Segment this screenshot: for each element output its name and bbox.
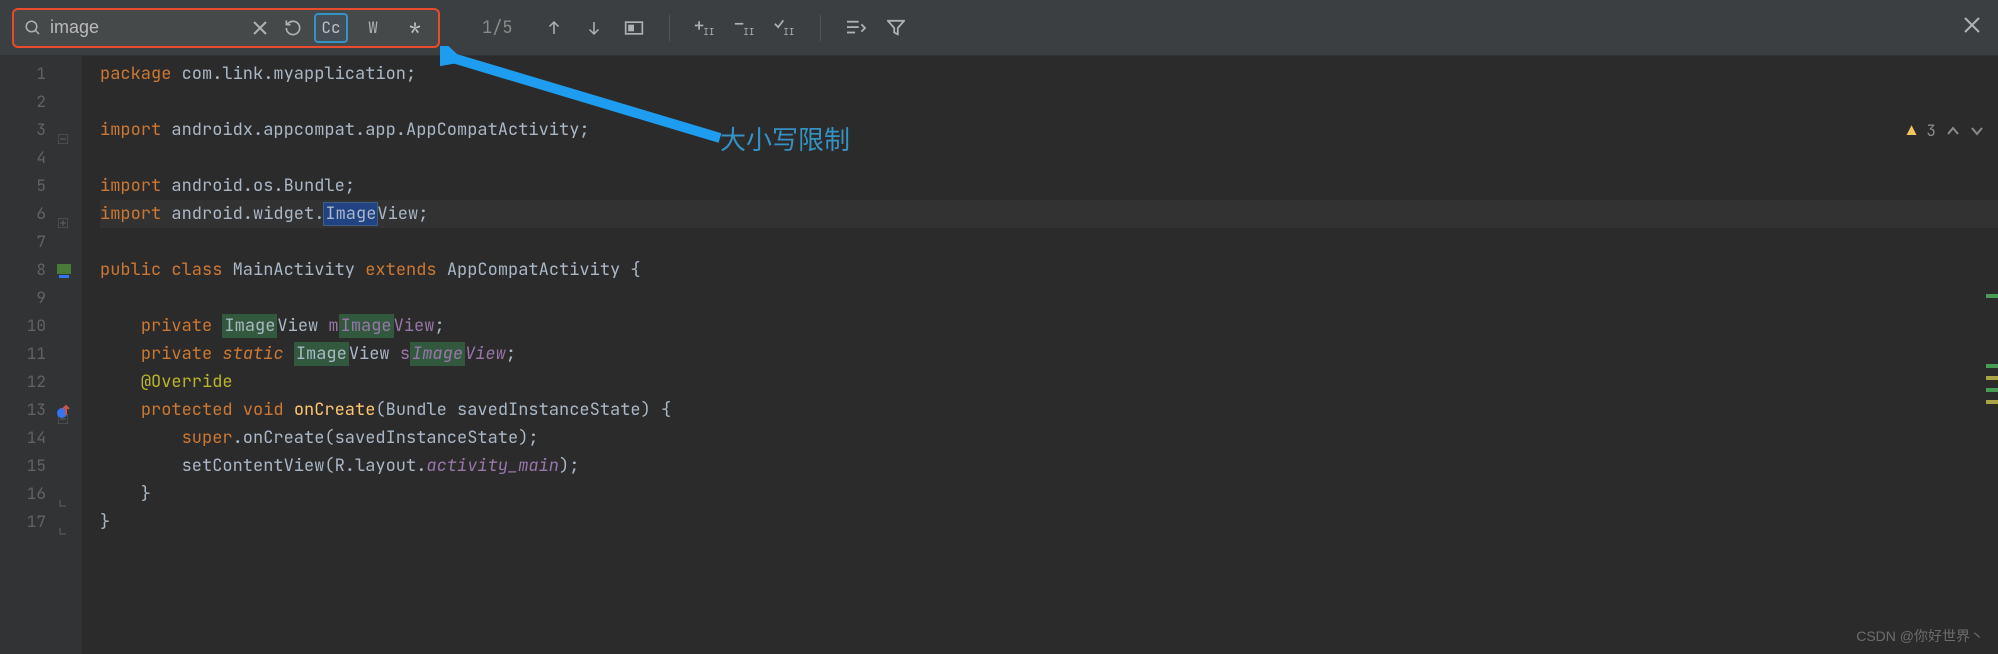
add-selection-button[interactable]: II [694, 17, 716, 39]
code-line[interactable]: import android.os.Bundle; [100, 172, 1998, 200]
svg-text:II: II [783, 25, 794, 37]
search-history-button[interactable] [280, 15, 306, 41]
prev-match-button[interactable] [543, 17, 565, 39]
line-number[interactable]: 10 [0, 312, 74, 340]
code-line[interactable]: private ImageView mImageView; [100, 312, 1998, 340]
warning-count: 3 [1926, 120, 1936, 141]
toolbar-divider [669, 15, 670, 41]
code-line[interactable] [100, 228, 1998, 256]
remove-selection-button[interactable]: II [734, 17, 756, 39]
line-number[interactable]: 2 [0, 88, 74, 116]
warning-icon: ▲ [1907, 120, 1917, 141]
line-number[interactable]: 15 [0, 452, 74, 480]
stripe-mark[interactable] [1986, 400, 1998, 404]
line-number[interactable]: 9 [0, 284, 74, 312]
editor: 1234567891011121314151617 package com.li… [0, 56, 1998, 654]
filter-button[interactable] [885, 17, 907, 39]
close-find-button[interactable] [1964, 17, 1980, 39]
match-case-toggle[interactable]: Cc [314, 13, 348, 43]
next-match-button[interactable] [583, 17, 605, 39]
code-line[interactable]: import androidx.appcompat.app.AppCompatA… [100, 116, 1998, 144]
code-line[interactable]: } [100, 508, 1998, 536]
error-stripe[interactable] [1986, 112, 1998, 654]
filter-lines-button[interactable] [845, 17, 867, 39]
fold-end-icon[interactable] [58, 517, 68, 527]
chevron-up-icon[interactable] [1946, 124, 1960, 138]
chevron-down-icon[interactable] [1970, 124, 1984, 138]
fold-end-icon[interactable] [58, 489, 68, 499]
fold-expand-icon[interactable] [58, 209, 68, 219]
find-actions: II II II [543, 15, 907, 41]
annotation-label: 大小写限制 [720, 120, 850, 157]
line-number[interactable]: 6 [0, 200, 74, 228]
code-line[interactable]: setContentView(R.layout.activity_main); [100, 452, 1998, 480]
line-number[interactable]: 17 [0, 508, 74, 536]
line-number[interactable]: 12 [0, 368, 74, 396]
code-line[interactable] [100, 144, 1998, 172]
code-line[interactable] [100, 284, 1998, 312]
svg-text:II: II [703, 25, 714, 37]
fold-collapse-icon[interactable] [58, 125, 68, 135]
code-line[interactable]: @Override [100, 368, 1998, 396]
line-number[interactable]: 13 [0, 396, 74, 424]
line-number[interactable]: 4 [0, 144, 74, 172]
stripe-mark[interactable] [1986, 388, 1998, 392]
stripe-mark[interactable] [1986, 376, 1998, 380]
code-line[interactable]: import android.widget.ImageView; [100, 200, 1998, 228]
line-number[interactable]: 8 [0, 256, 74, 284]
code-area[interactable]: package com.link.myapplication; import a… [82, 56, 1998, 654]
line-number[interactable]: 11 [0, 340, 74, 368]
regex-toggle[interactable]: * [398, 13, 432, 43]
watermark: CSDN @你好世界丶 [1856, 626, 1984, 646]
code-line[interactable]: protected void onCreate(Bundle savedInst… [100, 396, 1998, 424]
search-input[interactable] [50, 17, 240, 38]
code-line[interactable]: private static ImageView sImageView; [100, 340, 1998, 368]
code-line[interactable]: super.onCreate(savedInstanceState); [100, 424, 1998, 452]
svg-text:II: II [743, 25, 754, 37]
code-line[interactable]: } [100, 480, 1998, 508]
line-number[interactable]: 3 [0, 116, 74, 144]
line-number[interactable]: 16 [0, 480, 74, 508]
line-number[interactable]: 5 [0, 172, 74, 200]
search-icon [24, 19, 42, 37]
class-marker-icon[interactable] [54, 260, 72, 278]
clear-search-button[interactable] [248, 16, 272, 40]
stripe-mark[interactable] [1986, 294, 1998, 298]
select-all-occurrences-button[interactable]: II [774, 17, 796, 39]
line-number[interactable]: 1 [0, 60, 74, 88]
code-line[interactable]: public class MainActivity extends AppCom… [100, 256, 1998, 284]
search-box-highlight: Cc W * [12, 8, 440, 48]
result-count: 1/5 [482, 17, 513, 39]
words-toggle[interactable]: W [356, 13, 390, 43]
select-all-button[interactable] [623, 17, 645, 39]
stripe-mark[interactable] [1986, 364, 1998, 368]
inspection-widget[interactable]: ▲ 3 [1907, 120, 1984, 141]
code-line[interactable]: package com.link.myapplication; [100, 60, 1998, 88]
toolbar-divider [820, 15, 821, 41]
line-number[interactable]: 7 [0, 228, 74, 256]
gutter: 1234567891011121314151617 [0, 56, 82, 654]
override-marker-icon[interactable] [54, 400, 72, 418]
line-number[interactable]: 14 [0, 424, 74, 452]
code-line[interactable] [100, 88, 1998, 116]
find-toolbar: Cc W * 1/5 II II II [0, 0, 1998, 56]
